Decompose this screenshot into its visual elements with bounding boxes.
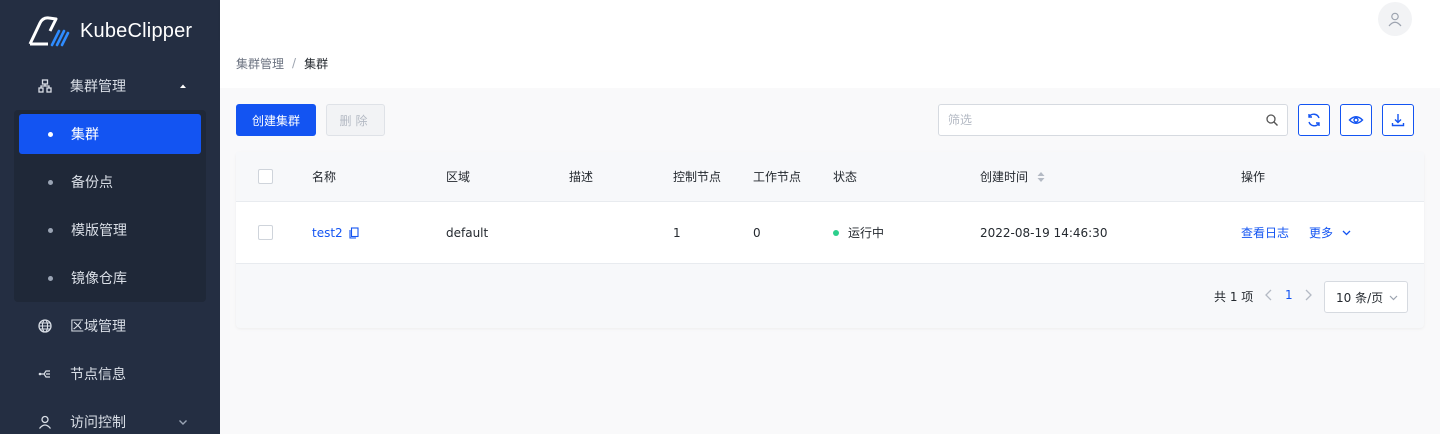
region-cell: default <box>446 225 489 240</box>
delete-button[interactable]: 删除 <box>326 104 385 136</box>
copy-icon[interactable] <box>348 226 360 239</box>
created-at-cell: 2022-08-19 14:46:30 <box>980 225 1108 240</box>
prev-page-icon[interactable] <box>1263 288 1275 302</box>
sidebar-item-access-control[interactable]: 访问控制 <box>0 398 220 434</box>
column-header-name: 名称 <box>312 170 337 184</box>
bullet-icon <box>48 179 53 185</box>
status-indicator-icon <box>833 229 839 236</box>
row-checkbox[interactable] <box>258 225 273 240</box>
refresh-icon <box>1308 113 1320 127</box>
status-cell: 运行中 <box>833 202 884 263</box>
user-icon <box>36 413 54 431</box>
actions-cell: 查看日志 更多 <box>1241 202 1352 263</box>
globe-icon <box>36 317 54 335</box>
current-page-number[interactable]: 1 <box>1285 288 1293 302</box>
row-checkbox-cell <box>258 202 273 263</box>
filter-input[interactable] <box>939 105 1259 135</box>
eye-icon <box>1348 116 1364 124</box>
sidebar-item-label: 节点信息 <box>70 367 126 383</box>
user-avatar[interactable] <box>1378 2 1412 36</box>
sidebar-item-node-info[interactable]: 节点信息 <box>0 350 220 398</box>
search-icon[interactable] <box>1265 113 1279 127</box>
column-header-worker-nodes: 工作节点 <box>753 170 802 184</box>
page-size-select[interactable]: 10 条/页 <box>1324 281 1408 313</box>
cluster-name-cell: test2 <box>312 202 360 263</box>
header-checkbox-cell <box>258 152 273 201</box>
status-text: 运行中 <box>848 226 885 240</box>
breadcrumb-current: 集群 <box>304 56 329 71</box>
breadcrumb: 集群管理 / 集群 <box>220 38 1440 88</box>
user-icon <box>1388 12 1402 27</box>
more-actions-dropdown[interactable]: 更多 <box>1309 224 1352 241</box>
column-header-description: 描述 <box>569 170 594 184</box>
chevron-down-icon <box>1388 292 1399 303</box>
sidebar-item-label: 镜像仓库 <box>71 271 127 287</box>
control-nodes-cell: 1 <box>673 225 681 240</box>
next-page-icon[interactable] <box>1302 288 1314 302</box>
view-logs-link[interactable]: 查看日志 <box>1241 224 1289 241</box>
page-size-label: 10 条/页 <box>1336 290 1384 305</box>
brand-logo[interactable]: KubeClipper <box>26 14 192 48</box>
table-row: test2 default 1 0 运行中 2022-08-19 14:46:3… <box>236 202 1424 264</box>
chevron-down-icon <box>1342 230 1351 236</box>
sidebar-item-image-registry[interactable]: 镜像仓库 <box>14 258 206 298</box>
cluster-icon <box>36 77 54 95</box>
top-bar <box>220 0 1440 38</box>
sidebar-item-label: 集群管理 <box>70 79 126 95</box>
sidebar-item-label: 区域管理 <box>70 319 126 335</box>
worker-nodes-cell: 0 <box>753 225 761 240</box>
sidebar-item-cluster[interactable]: 集群 <box>19 114 201 154</box>
breadcrumb-separator: / <box>292 56 297 70</box>
pagination: 共 1 项 1 10 条/页 <box>236 264 1424 328</box>
column-header-status: 状态 <box>833 170 858 184</box>
sidebar-item-region-management[interactable]: 区域管理 <box>0 302 220 350</box>
cluster-name-link[interactable]: test2 <box>312 226 343 240</box>
brand-name: KubeClipper <box>80 19 193 42</box>
chevron-up-icon <box>176 79 190 93</box>
download-icon <box>1391 114 1405 127</box>
bullet-icon <box>48 275 53 281</box>
sidebar-submenu: 集群 备份点 模版管理 镜像仓库 <box>14 110 206 302</box>
node-icon <box>36 365 54 383</box>
filter-search-box <box>938 104 1288 136</box>
sidebar-item-template-management[interactable]: 模版管理 <box>14 210 206 250</box>
column-visibility-button[interactable] <box>1340 104 1372 136</box>
sidebar: KubeClipper 集群管理 集群 备份点 模版管理 镜像仓库 区域管理 节… <box>0 0 220 434</box>
kubeclipper-logo-icon <box>26 14 70 48</box>
sidebar-item-label: 备份点 <box>71 175 113 191</box>
sort-icon <box>1036 170 1046 184</box>
cluster-table-card: 名称 区域 描述 控制节点 工作节点 状态 创建时间 操作 test2 defa… <box>236 152 1424 328</box>
sidebar-item-backup-point[interactable]: 备份点 <box>14 162 206 202</box>
column-header-region: 区域 <box>446 170 471 184</box>
sidebar-item-label: 访问控制 <box>70 415 126 431</box>
sidebar-item-label: 集群 <box>71 127 99 143</box>
bullet-icon <box>48 227 53 233</box>
sidebar-item-cluster-management[interactable]: 集群管理 <box>0 62 220 110</box>
sidebar-item-label: 模版管理 <box>71 223 127 239</box>
select-all-checkbox[interactable] <box>258 169 273 184</box>
column-header-created-at[interactable]: 创建时间 <box>980 152 1046 201</box>
column-header-control-nodes: 控制节点 <box>673 170 722 184</box>
download-button[interactable] <box>1382 104 1414 136</box>
pagination-total: 共 1 项 <box>1214 290 1254 304</box>
column-header-actions: 操作 <box>1241 170 1266 184</box>
table-header: 名称 区域 描述 控制节点 工作节点 状态 创建时间 操作 <box>236 152 1424 202</box>
create-cluster-button[interactable]: 创建集群 <box>236 104 316 136</box>
breadcrumb-parent[interactable]: 集群管理 <box>236 55 284 72</box>
refresh-button[interactable] <box>1298 104 1330 136</box>
more-actions-label: 更多 <box>1309 226 1334 240</box>
chevron-down-icon <box>176 415 190 429</box>
column-header-label: 创建时间 <box>980 170 1029 184</box>
bullet-icon <box>48 131 53 137</box>
